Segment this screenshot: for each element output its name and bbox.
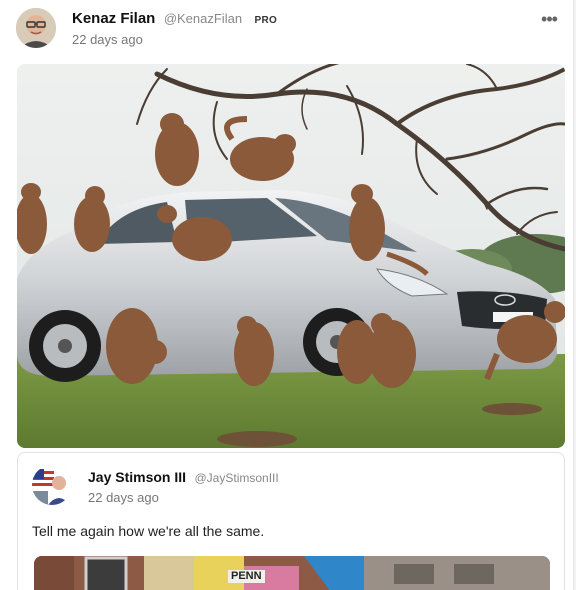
post-card: Kenaz Filan @KenazFilan PRO 22 days ago … <box>0 0 574 590</box>
quote-author-handle[interactable]: @JayStimsonIII <box>195 471 279 485</box>
author-avatar[interactable] <box>16 8 56 48</box>
quote-image[interactable]: PENN <box>34 556 550 590</box>
quote-text: Tell me again how we're all the same. <box>32 523 265 539</box>
ellipsis-icon[interactable]: ••• <box>539 10 559 28</box>
pro-badge: PRO <box>254 15 278 26</box>
quote-image-sign-text: PENN <box>228 570 265 583</box>
post-timestamp[interactable]: 22 days ago <box>72 32 143 47</box>
post-header: Kenaz Filan @KenazFilan PRO 22 days ago … <box>16 8 559 52</box>
quote-author-name[interactable]: Jay Stimson III <box>88 469 186 485</box>
quote-timestamp[interactable]: 22 days ago <box>88 490 159 505</box>
author-name[interactable]: Kenaz Filan <box>72 10 155 27</box>
author-line: Kenaz Filan @KenazFilan PRO <box>72 10 277 28</box>
author-handle[interactable]: @KenazFilan <box>164 11 242 26</box>
quote-author-avatar[interactable] <box>32 465 72 505</box>
quote-author-line: Jay Stimson III @JayStimsonIII <box>88 469 279 487</box>
quoted-post-card[interactable]: Jay Stimson III @JayStimsonIII 22 days a… <box>17 452 565 590</box>
post-image[interactable] <box>17 64 565 448</box>
